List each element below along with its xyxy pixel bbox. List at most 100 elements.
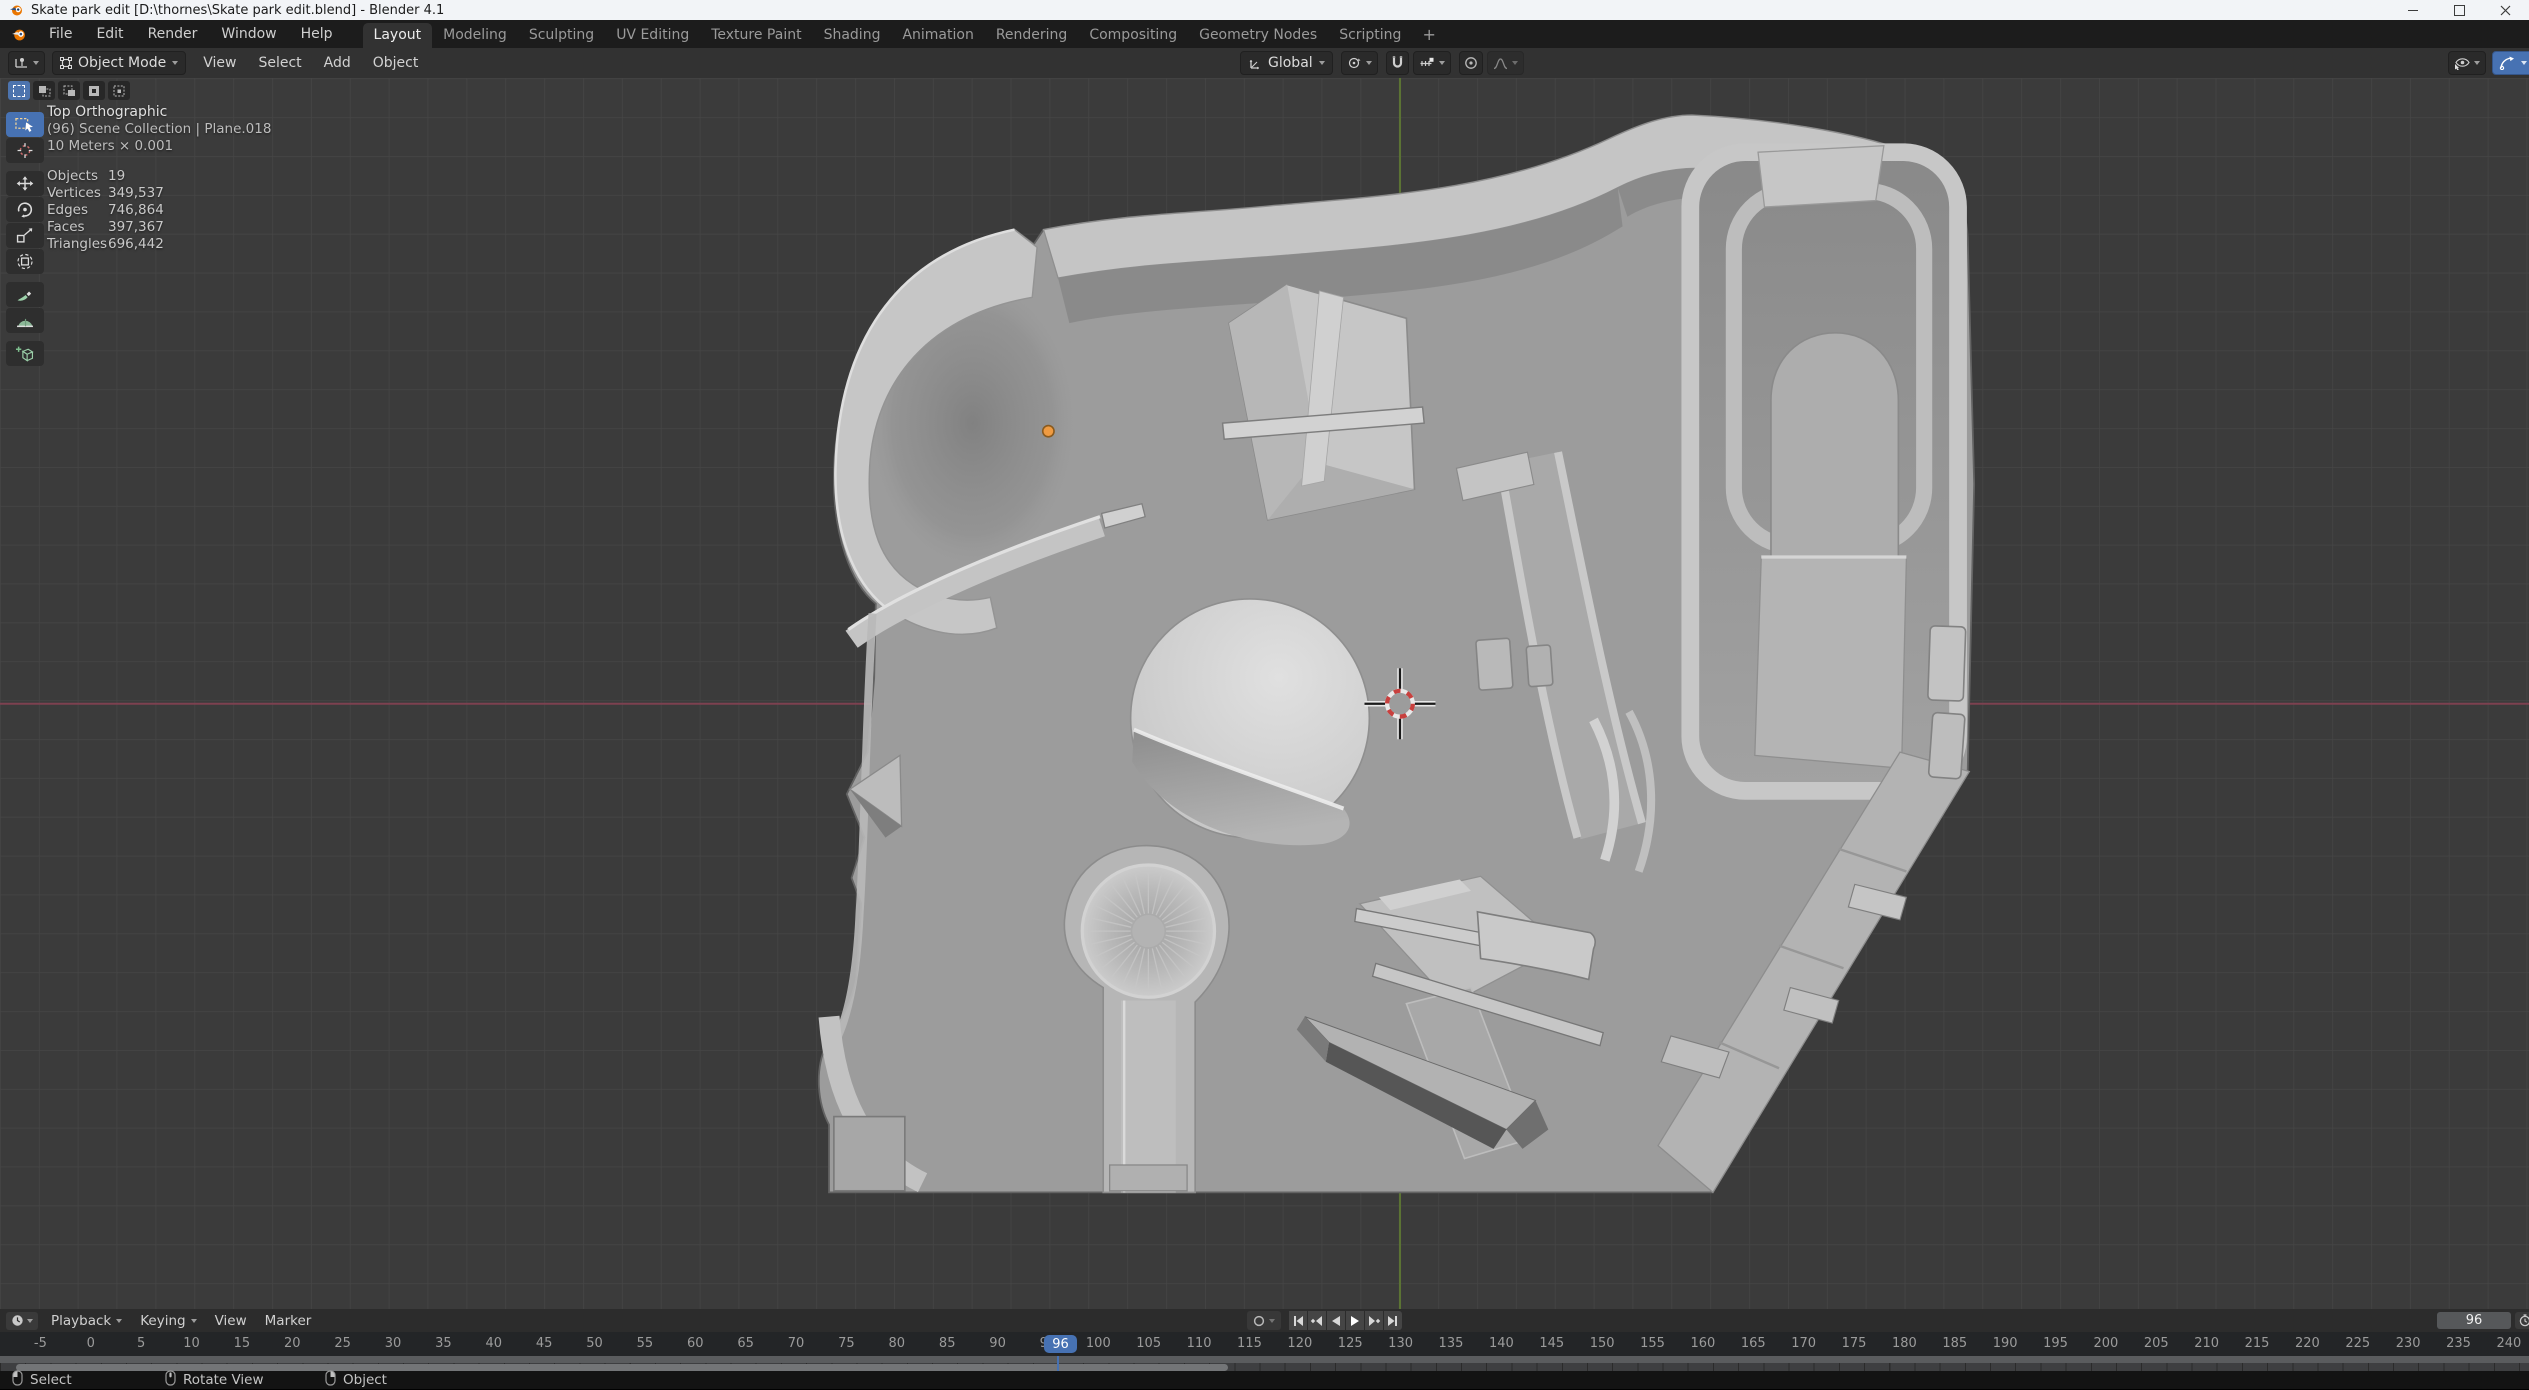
select-mode-intersect[interactable] [108,81,130,100]
tool-rotate[interactable] [6,197,44,222]
tool-annotate[interactable] [6,282,44,307]
ruler-tick-235: 235 [2446,1336,2471,1351]
ruler-tick-0: 0 [87,1336,95,1351]
falloff-curve-icon [1493,57,1508,70]
snap-target-selector[interactable] [1413,51,1451,75]
editor-type-selector[interactable] [8,51,45,75]
workspace-tab-compositing[interactable]: Compositing [1078,23,1188,48]
workspace-tab-texture-paint[interactable]: Texture Paint [700,23,812,48]
tool-move[interactable] [6,171,44,196]
viewport-menus: ViewSelectAddObject [192,48,429,78]
show-gizmo-toggle[interactable] [2492,51,2529,75]
viewport-menu-add[interactable]: Add [313,48,362,78]
jump-to-end-button[interactable] [1384,1311,1402,1330]
jump-prev-keyframe-button[interactable] [1308,1311,1326,1330]
viewport-3d[interactable]: Top Orthographic (96) Scene Collection |… [0,78,2529,1309]
viewport-menu-select[interactable]: Select [247,48,312,78]
blender-app-icon[interactable] [10,27,27,42]
play-reverse-button[interactable] [1327,1311,1345,1330]
workspace-tab-scripting[interactable]: Scripting [1328,23,1412,48]
play-button[interactable] [1346,1311,1364,1330]
workspace-tab-uv-editing[interactable]: UV Editing [605,23,700,48]
workspace-tab-animation[interactable]: Animation [891,23,984,48]
ruler-tick-130: 130 [1388,1336,1413,1351]
grid-scale-label: 10 Meters × 0.001 [47,138,271,155]
transform-orientation-label: Global [1268,55,1313,71]
object-origin-dot[interactable] [1043,426,1054,437]
tool-transform[interactable] [6,249,44,274]
jump-next-keyframe-button[interactable] [1365,1311,1383,1330]
tool-add-cube[interactable] [6,341,44,366]
menu-render[interactable]: Render [136,20,210,48]
select-mode-new[interactable] [8,81,30,100]
proportional-editing-toggle[interactable] [1459,51,1483,75]
show-object-types-selector[interactable] [2448,51,2486,75]
jump-to-start-button[interactable] [1289,1311,1307,1330]
proportional-falloff-selector[interactable] [1487,51,1524,75]
select-mode-subtract[interactable] [58,81,80,100]
skatepark-model[interactable] [819,115,1974,1192]
ruler-tick-210: 210 [2194,1336,2219,1351]
ruler-tick-125: 125 [1338,1336,1363,1351]
timeline-scrollbar[interactable] [16,1364,1228,1371]
menu-file[interactable]: File [37,20,84,48]
playhead-marker[interactable] [1057,1356,1059,1371]
frame-range-band [0,1356,2529,1363]
ruler-tick-60: 60 [687,1336,704,1351]
mode-selector[interactable]: Object Mode [52,51,186,75]
ruler-tick-90: 90 [989,1336,1006,1351]
maximize-icon[interactable] [2453,4,2465,16]
use-preview-range-button[interactable] [2515,1312,2529,1329]
mouse-middle-icon [165,1370,176,1390]
tool-cursor[interactable] [6,138,44,163]
timeline-menu-view[interactable]: View [206,1313,256,1329]
timeline-header: PlaybackKeyingViewMarker 96 [0,1309,2529,1332]
ruler-tick-180: 180 [1892,1336,1917,1351]
timeline-editor-type-selector[interactable] [6,1312,38,1330]
menu-window[interactable]: Window [209,20,288,48]
add-workspace-button[interactable]: + [1412,25,1445,44]
menu-edit[interactable]: Edit [84,20,135,48]
close-icon[interactable] [2499,4,2511,16]
timeline-menu-keying[interactable]: Keying [131,1313,205,1329]
ruler-tick-195: 195 [2043,1336,2068,1351]
workspace-tab-geometry-nodes[interactable]: Geometry Nodes [1188,23,1328,48]
blender-window: { "window": { "title": "Skate park edit … [0,0,2529,1389]
timeline-menu-marker[interactable]: Marker [256,1313,321,1329]
ruler-tick-200: 200 [2093,1336,2118,1351]
workspace-tab-layout[interactable]: Layout [363,23,433,48]
ruler-tick-35: 35 [435,1336,452,1351]
ruler-tick-190: 190 [1993,1336,2018,1351]
viewport-menu-view[interactable]: View [192,48,247,78]
workspace-tab-rendering[interactable]: Rendering [985,23,1079,48]
tool-measure[interactable] [6,308,44,333]
tool-scale[interactable] [6,223,44,248]
timeline-menu-playback[interactable]: Playback [42,1313,131,1329]
clock-icon [11,1314,24,1327]
auto-keying-toggle[interactable] [1247,1311,1281,1330]
menu-help[interactable]: Help [289,20,345,48]
top-menu-bar: FileEditRenderWindowHelp LayoutModelingS… [0,20,2529,48]
app-menus: FileEditRenderWindowHelp [37,20,345,48]
transform-orientation-selector[interactable]: Global [1240,51,1333,75]
viewport-menu-object[interactable]: Object [362,48,430,78]
current-frame-field[interactable]: 96 [2437,1312,2511,1329]
ruler-tick-5: 5 [137,1336,145,1351]
timeline-ruler[interactable]: -505101520253035404550556065707580859095… [0,1332,2529,1356]
snap-toggle[interactable] [1386,51,1409,75]
workspace-tab-modeling[interactable]: Modeling [432,23,518,48]
tool-select-box[interactable] [6,112,44,137]
workspace-tab-sculpting[interactable]: Sculpting [518,23,605,48]
select-mode-invert[interactable] [83,81,105,100]
ruler-tick-155: 155 [1640,1336,1665,1351]
right-bowl [1690,146,1958,791]
workspace-tab-shading[interactable]: Shading [813,23,892,48]
ruler-tick-240: 240 [2497,1336,2522,1351]
pivot-point-selector[interactable] [1341,51,1378,75]
timeline-editor: PlaybackKeyingViewMarker 96 -50510152025… [0,1309,2529,1371]
minimize-icon[interactable] [2407,4,2419,16]
select-mode-extend[interactable] [33,81,55,100]
ruler-tick-40: 40 [486,1336,503,1351]
stat-objects: Objects19 [47,168,271,185]
current-frame-indicator[interactable]: 96 [1044,1335,1077,1353]
